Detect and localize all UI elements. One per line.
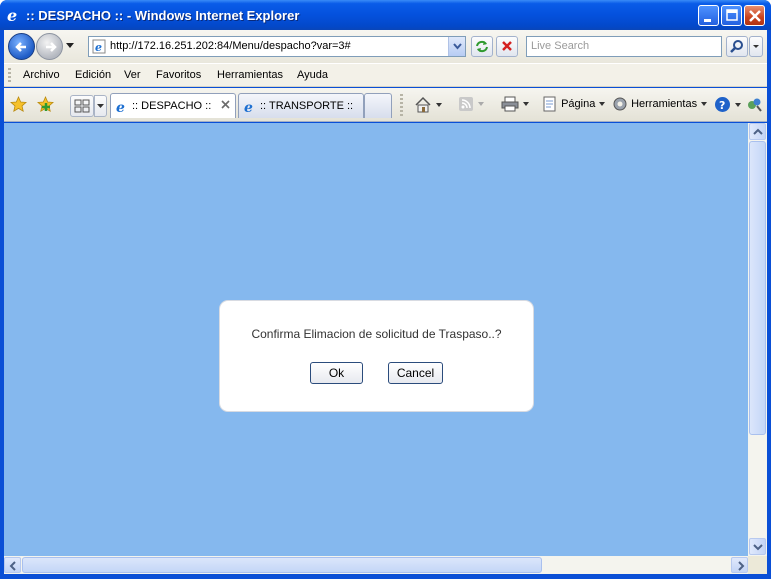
print-button[interactable] [501,96,529,114]
favorites-star-icon[interactable] [10,96,27,113]
chevron-left-icon [9,561,16,571]
chevron-down-icon [753,45,759,48]
refresh-button[interactable] [471,36,493,57]
maximize-icon [726,9,738,21]
scroll-right-button[interactable] [731,557,748,573]
minimize-icon [704,19,711,22]
close-icon [749,10,761,22]
tab-despacho[interactable]: e :: DESPACHO :: [110,93,236,118]
address-field[interactable]: e http://172.16.251.202:84/Menu/despacho… [88,36,466,57]
address-dropdown-button[interactable] [448,37,465,56]
close-button[interactable] [744,5,765,26]
svg-text:e: e [95,41,102,54]
menu-archivo[interactable]: Archivo [23,69,60,81]
scroll-up-button[interactable] [749,123,766,140]
search-placeholder: Live Search [531,40,590,52]
page-menu-button[interactable]: Página [542,96,606,114]
page-icon [543,96,556,112]
tools-menu-button[interactable]: Herramientas [612,96,708,114]
size-grip[interactable] [748,556,767,574]
maximize-button[interactable] [721,5,742,26]
tools-menu-label: Herramientas [631,97,698,110]
window-title: :: DESPACHO :: - Windows Internet Explor… [26,8,300,23]
back-button[interactable] [8,33,35,60]
rss-feed-icon [459,97,473,111]
forward-arrow-icon [46,42,57,52]
search-button[interactable] [726,36,748,57]
quick-tabs-button[interactable] [70,95,94,117]
forward-button[interactable] [36,33,63,60]
page-menu-label: Página [561,97,596,110]
tab-label: :: TRANSPORTE :: [260,100,354,112]
menu-edicion[interactable]: Edición [75,69,111,81]
tab-label: :: DESPACHO :: [132,100,212,112]
svg-text:e: e [116,100,125,114]
research-icon [748,98,762,112]
page-ie-icon: e [116,100,125,114]
chevron-down-icon [753,544,763,551]
menu-bar: Archivo Edición Ver Favoritos Herramient… [4,63,767,87]
back-arrow-icon [15,42,26,52]
chevron-up-icon [753,128,763,135]
search-icon [730,40,743,53]
minimize-button[interactable] [698,5,719,26]
add-favorites-icon[interactable] [37,96,54,113]
help-button[interactable]: ? [714,96,741,114]
research-button[interactable] [746,96,763,114]
tab-list-button[interactable] [94,95,107,117]
stop-icon [502,41,512,51]
ie-window: e :: DESPACHO :: - Windows Internet Expl… [0,0,771,579]
feeds-button[interactable] [458,96,484,114]
menu-favoritos[interactable]: Favoritos [156,69,201,81]
refresh-icon [476,40,488,53]
recent-pages-dropdown-icon[interactable] [66,43,74,48]
menu-herramientas[interactable]: Herramientas [217,69,283,81]
menu-ayuda[interactable]: Ayuda [297,69,328,81]
chevron-down-icon [453,43,462,50]
svg-text:e: e [7,7,17,23]
home-button[interactable] [414,96,442,114]
menu-ver[interactable]: Ver [124,69,141,81]
toolbar-separator [400,94,403,116]
address-url: http://172.16.251.202:84/Menu/despacho?v… [110,40,351,52]
svg-text:?: ? [719,99,725,112]
toolbar-grip[interactable] [8,68,11,83]
gear-icon [613,97,627,111]
quick-tabs-icon [74,99,90,113]
page-ie-icon: e [92,39,106,54]
horizontal-scroll-thumb[interactable] [22,557,542,573]
vertical-scrollbar[interactable] [748,123,767,556]
chevron-down-icon [97,104,104,108]
new-tab-button[interactable] [364,93,392,118]
svg-text:e: e [244,100,253,114]
vertical-scroll-thumb[interactable] [749,141,766,435]
title-bar[interactable]: e :: DESPACHO :: - Windows Internet Expl… [0,0,771,30]
ie-logo-icon: e [7,7,17,23]
chevron-right-icon [738,561,745,571]
scroll-down-button[interactable] [749,538,766,555]
tab-bar: e :: DESPACHO :: e :: TRANSPORTE :: Pági… [4,88,767,122]
tab-transporte[interactable]: e :: TRANSPORTE :: [238,93,364,118]
ok-button[interactable]: Ok [310,362,363,384]
cancel-button[interactable]: Cancel [388,362,443,384]
printer-icon [501,96,519,112]
scroll-left-button[interactable] [4,557,21,573]
address-bar-row: e http://172.16.251.202:84/Menu/despacho… [4,30,767,63]
home-icon [415,96,431,113]
stop-button[interactable] [496,36,518,57]
page-ie-icon: e [244,100,253,114]
confirm-dialog: Confirma Elimacion de solicitud de Trasp… [220,301,533,411]
search-input[interactable]: Live Search [526,36,722,57]
help-icon: ? [715,97,730,112]
horizontal-scrollbar[interactable] [4,556,748,574]
dialog-message: Confirma Elimacion de solicitud de Trasp… [251,327,502,341]
search-options-button[interactable] [749,36,763,57]
close-tab-icon[interactable] [220,99,231,110]
